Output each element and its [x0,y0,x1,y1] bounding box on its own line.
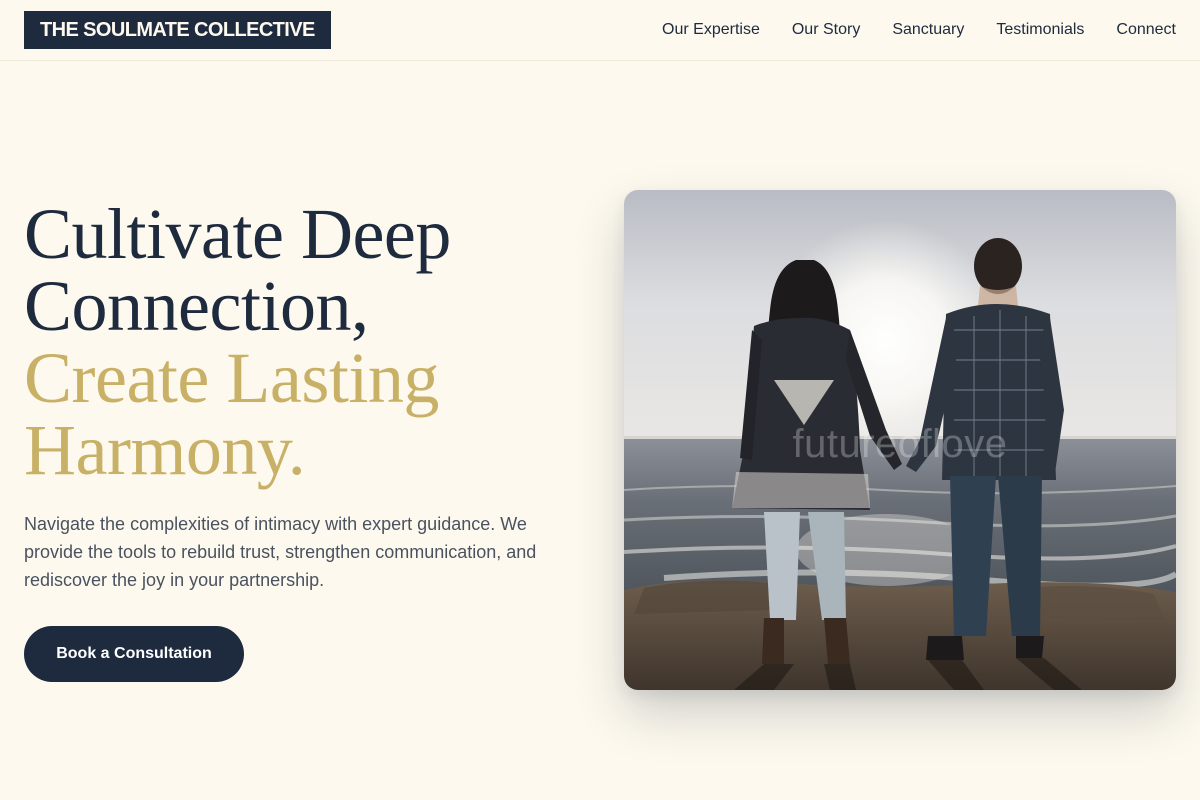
nav-link-our-story[interactable]: Our Story [792,21,860,39]
hero-title: Cultivate Deep Connection, Create Lastin… [24,198,584,486]
nav-link-testimonials[interactable]: Testimonials [996,21,1084,39]
nav-link-our-expertise[interactable]: Our Expertise [662,21,760,39]
hero-photo-illustration [624,190,1176,690]
hero-title-line-2: Connection, [24,266,369,346]
site-logo[interactable]: THE SOULMATE COLLECTIVE [24,11,331,49]
site-header: THE SOULMATE COLLECTIVE Our Expertise Ou… [0,0,1200,61]
nav-link-sanctuary[interactable]: Sanctuary [892,21,964,39]
hero-image-couple-at-beach: futureoflove [624,190,1176,690]
nav-link-connect[interactable]: Connect [1116,21,1176,39]
main-nav: Our Expertise Our Story Sanctuary Testim… [662,0,1176,60]
hero-title-line-3: Create Lasting [24,338,439,418]
hero-title-line-1: Cultivate Deep [24,194,451,274]
book-consultation-button[interactable]: Book a Consultation [24,626,244,682]
hero-title-line-4: Harmony. [24,410,306,490]
hero-description: Navigate the complexities of intimacy wi… [24,514,537,590]
